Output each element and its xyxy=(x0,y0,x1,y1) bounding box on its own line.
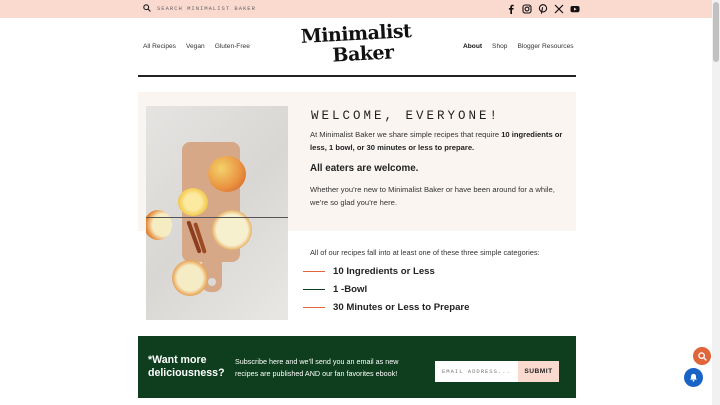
nav-all-recipes[interactable]: All Recipes xyxy=(143,43,176,50)
apples-photo xyxy=(146,106,288,320)
nav-about[interactable]: About xyxy=(463,43,482,50)
categories-intro: All of our recipes fall into at least on… xyxy=(310,248,540,257)
search-input[interactable] xyxy=(157,4,267,12)
nav-blogger-resources[interactable]: Blogger Resources xyxy=(517,43,573,50)
nav-vegan[interactable]: Vegan xyxy=(186,43,205,50)
category-item[interactable]: 1 -Bowl xyxy=(303,284,367,295)
secondary-nav: About Shop Blogger Resources xyxy=(463,43,574,50)
search-bar[interactable] xyxy=(143,4,267,12)
newsletter-title: *Want more deliciousness? xyxy=(148,354,225,379)
intro-text: At Minimalist Baker we share simple reci… xyxy=(310,130,502,139)
submit-button[interactable]: SUBMIT xyxy=(518,361,559,382)
page-scrollbar[interactable] xyxy=(712,0,720,405)
eaters-heading: All eaters are welcome. xyxy=(310,163,419,174)
site-logo[interactable]: Minimalist Baker xyxy=(296,20,416,67)
newsletter-text: Subscribe here and we’ll send you an ema… xyxy=(235,357,399,378)
youtube-icon[interactable] xyxy=(570,4,580,14)
top-bar xyxy=(0,0,712,18)
primary-nav: All Recipes Vegan Gluten-Free xyxy=(143,43,250,50)
instagram-icon[interactable] xyxy=(522,4,532,14)
welcome-paragraph: Whether you’re new to Minimalist Baker o… xyxy=(310,185,555,207)
category-accent-line xyxy=(303,270,325,273)
search-icon xyxy=(697,351,707,361)
facebook-icon[interactable] xyxy=(506,4,516,14)
search-icon[interactable] xyxy=(143,4,151,12)
social-links xyxy=(506,4,580,14)
logo-line-2: Baker xyxy=(331,41,395,67)
email-field[interactable] xyxy=(435,361,518,382)
nav-gluten-free[interactable]: Gluten-Free xyxy=(215,43,250,50)
notification-bell-button[interactable] xyxy=(684,368,703,387)
photo-divider xyxy=(146,217,288,218)
floating-search-button[interactable] xyxy=(693,347,711,365)
nav-shop[interactable]: Shop xyxy=(492,43,507,50)
bell-icon xyxy=(690,373,697,382)
category-label: 10 Ingredients or Less xyxy=(333,266,435,277)
category-item[interactable]: 10 Ingredients or Less xyxy=(303,266,435,277)
category-label: 1 -Bowl xyxy=(333,284,368,295)
welcome-heading: WELCOME, EVERYONE! xyxy=(311,109,501,123)
nav-divider xyxy=(138,75,576,77)
pinterest-icon[interactable] xyxy=(538,4,548,14)
category-item[interactable]: 30 Minutes or Less to Prepare xyxy=(303,302,470,313)
category-label: 30 Minutes or Less to Prepare xyxy=(333,302,470,313)
category-accent-line xyxy=(303,288,325,291)
category-accent-line xyxy=(303,306,325,309)
x-icon[interactable] xyxy=(554,4,564,14)
scrollbar-thumb[interactable] xyxy=(713,2,719,62)
welcome-intro: At Minimalist Baker we share simple reci… xyxy=(310,129,572,154)
